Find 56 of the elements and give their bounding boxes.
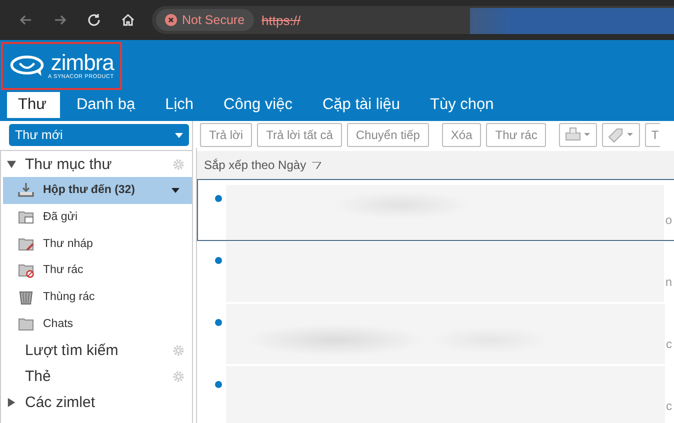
section-heading[interactable]: Các zimlet [25, 394, 192, 411]
message-row[interactable]: c [197, 365, 674, 423]
tab[interactable]: Lịch [154, 92, 208, 118]
folder-icon [18, 316, 34, 332]
folder-blocked-icon [18, 262, 34, 278]
folder-pencil-icon [18, 236, 34, 252]
section-heading[interactable]: Lượt tìm kiếm [25, 342, 172, 359]
tab[interactable]: Danh bạ [65, 92, 150, 118]
message-row[interactable]: n [197, 241, 674, 303]
message-snippet: c [666, 337, 672, 351]
folder-item[interactable]: Đã gửi [1, 204, 192, 230]
tab[interactable]: Tùy chọn [419, 92, 508, 118]
tab[interactable]: Công việc [212, 92, 306, 118]
expand-triangle-icon[interactable] [7, 398, 16, 407]
tag-button[interactable] [602, 122, 640, 146]
message-snippet: o [665, 213, 672, 227]
tag-icon [607, 126, 636, 142]
toolbar-button[interactable]: Thư rác [486, 122, 546, 146]
folder-item[interactable]: Thư rác [1, 257, 192, 284]
toolbar-button[interactable]: Trả lời [200, 122, 252, 146]
address-bar[interactable]: Not Secure https:// [152, 6, 674, 34]
speech-bubble-icon [9, 55, 45, 77]
toolbar-button[interactable]: Trả lời tất cả [257, 122, 342, 146]
toolbar-button[interactable]: T [645, 122, 660, 146]
reload-icon[interactable] [86, 12, 102, 28]
print-button[interactable] [559, 122, 598, 146]
printer-icon [564, 126, 592, 142]
folder-item[interactable]: Chats [1, 310, 192, 338]
folder-item[interactable]: Thùng rác [1, 284, 192, 310]
tab[interactable]: Thư [7, 92, 60, 118]
sort-icon[interactable] [312, 162, 322, 168]
security-label: Not Secure [182, 13, 245, 27]
folder-item[interactable]: Hộp thư đến (32) [3, 177, 192, 204]
message-row[interactable]: c [197, 303, 674, 365]
toolbar-button[interactable]: Xóa [442, 122, 482, 146]
logo-wordmark: zimbra [50, 52, 114, 74]
section-heading[interactable]: Thẻ [25, 368, 172, 385]
collapse-triangle-icon[interactable] [7, 160, 16, 168]
folder-item[interactable]: Thư nháp [1, 230, 192, 258]
home-icon[interactable] [120, 12, 136, 28]
trash-icon [18, 289, 34, 306]
new-message-button[interactable]: Thư mới [9, 124, 189, 146]
download-tray-icon [18, 182, 34, 198]
message-snippet: n [665, 275, 672, 289]
warning-icon [165, 14, 177, 26]
message-snippet: c [666, 399, 672, 413]
security-badge[interactable]: Not Secure [156, 9, 254, 31]
message-row[interactable]: o [197, 179, 674, 241]
folder-envelope-icon [18, 209, 34, 226]
toolbar-button[interactable]: Chuyển tiếp [346, 122, 429, 146]
section-heading[interactable]: Thư mục thư [25, 156, 172, 172]
caret-icon [171, 188, 180, 193]
sort-label[interactable]: Sắp xếp theo Ngày [204, 158, 306, 172]
tab[interactable]: Cặp tài liệu [311, 92, 414, 118]
url-text: https:// [262, 12, 301, 28]
caret-icon [175, 132, 183, 138]
